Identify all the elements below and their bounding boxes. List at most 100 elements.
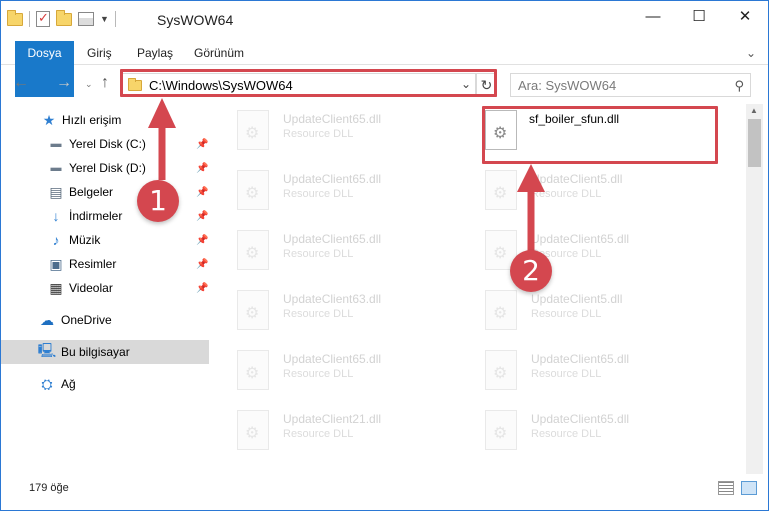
properties-check-icon[interactable] (36, 10, 50, 27)
file-name: UpdateClient5.dll (531, 172, 623, 186)
window-title: SysWOW64 (157, 12, 234, 28)
sidebar-item-label: Hızlı erişim (62, 113, 122, 127)
file-type: Resource DLL (283, 188, 354, 200)
file-item[interactable]: UpdateClient65.dll Resource DLL (213, 226, 453, 282)
pin-icon: 📌 (196, 234, 209, 246)
file-item[interactable]: UpdateClient5.dll Resource DLL (461, 166, 701, 222)
sidebar-item-music[interactable]: ♪ Müzik 📌 (1, 228, 209, 252)
sidebar-item-local-disk-d[interactable]: ▬ Yerel Disk (D:) 📌 (1, 156, 209, 180)
file-type: Resource DLL (283, 428, 354, 440)
file-name: UpdateClient65.dll (531, 232, 630, 246)
file-highlight (482, 106, 718, 164)
file-type: Resource DLL (531, 308, 602, 320)
details-view-icon[interactable] (718, 481, 734, 495)
pin-icon: 📌 (196, 258, 209, 270)
sidebar-item-label: Ağ (61, 377, 76, 391)
divider (29, 11, 30, 27)
sidebar-item-label: İndirmeler (69, 209, 123, 223)
drive-icon: ▬ (50, 162, 62, 174)
window-controls: — ☐ ✕ (630, 1, 768, 31)
tab-view[interactable]: Görünüm (194, 41, 244, 65)
music-icon: ♪ (52, 232, 60, 248)
customize-toolbar-icon[interactable] (78, 12, 94, 26)
recent-locations-chevron-icon[interactable]: ⌄ (85, 79, 93, 90)
file-type: Resource DLL (531, 188, 602, 200)
dll-file-icon (237, 230, 269, 270)
sidebar-item-label: Bu bilgisayar (61, 345, 130, 359)
chevron-down-icon[interactable]: ⌄ (746, 46, 756, 60)
videos-icon: ▦ (49, 279, 63, 296)
quick-access-toolbar: ▼ (7, 9, 116, 27)
sidebar-item-label: Belgeler (69, 185, 114, 199)
file-item[interactable]: UpdateClient65.dll Resource DLL (213, 346, 453, 402)
tab-share[interactable]: Paylaş (137, 41, 173, 65)
sidebar-item-pictures[interactable]: ▣ Resimler 📌 (1, 252, 209, 276)
dll-file-icon (237, 410, 269, 450)
close-button[interactable]: ✕ (722, 1, 768, 31)
pin-icon: 📌 (196, 162, 209, 174)
drive-icon: ▬ (50, 138, 62, 150)
file-name: UpdateClient65.dll (283, 172, 382, 186)
network-icon: ⛭ (41, 375, 53, 392)
navigation-pane: ★ Hızlı erişim ▬ Yerel Disk (C:) 📌 ▬ Yer… (1, 104, 211, 474)
forward-arrow-icon[interactable]: → (56, 74, 72, 92)
tab-home[interactable]: Giriş (87, 41, 112, 65)
file-name: UpdateClient65.dll (531, 412, 630, 426)
file-name: UpdateClient65.dll (283, 352, 382, 366)
star-icon: ★ (42, 111, 56, 128)
up-arrow-icon[interactable]: ↑ (101, 74, 109, 92)
pin-icon: 📌 (196, 138, 209, 150)
address-bar-highlight (120, 69, 497, 97)
file-item[interactable]: UpdateClient65.dll Resource DLL (213, 106, 453, 162)
file-type: Resource DLL (283, 248, 354, 260)
file-item[interactable]: UpdateClient65.dll Resource DLL (461, 346, 701, 402)
chevron-down-icon[interactable]: ▼ (100, 14, 109, 24)
dll-file-icon (237, 290, 269, 330)
sidebar-item-quick-access[interactable]: ★ Hızlı erişim (1, 108, 209, 132)
documents-icon: ▤ (49, 183, 63, 200)
scroll-thumb[interactable] (748, 119, 761, 167)
step-2-badge: 2 (510, 250, 552, 292)
computer-icon: 🖳 (37, 342, 57, 358)
file-name: UpdateClient5.dll (531, 292, 623, 306)
pin-icon: 📌 (196, 186, 209, 198)
folder-icon (7, 9, 23, 26)
file-name: UpdateClient65.dll (283, 112, 382, 126)
vertical-scrollbar[interactable]: ▲ (746, 104, 763, 474)
file-item[interactable]: UpdateClient65.dll Resource DLL (461, 226, 701, 282)
dll-file-icon (237, 170, 269, 210)
maximize-button[interactable]: ☐ (676, 1, 722, 31)
ribbon-tabs: Dosya Giriş Paylaş Görünüm ⌄ (1, 41, 768, 97)
sidebar-item-label: Yerel Disk (D:) (69, 161, 146, 175)
sidebar-item-label: Yerel Disk (C:) (69, 137, 146, 151)
file-item[interactable]: UpdateClient65.dll Resource DLL (213, 166, 453, 222)
step-1-badge: 1 (137, 180, 179, 222)
file-item[interactable]: UpdateClient21.dll Resource DLL (213, 406, 453, 462)
minimize-button[interactable]: — (630, 1, 676, 31)
sidebar-item-label: Videolar (69, 281, 113, 295)
back-arrow-icon[interactable]: ← (13, 74, 29, 92)
new-folder-icon[interactable] (56, 9, 72, 26)
file-item[interactable]: UpdateClient65.dll Resource DLL (461, 406, 701, 462)
scroll-up-icon[interactable]: ▲ (750, 106, 758, 115)
sidebar-item-onedrive[interactable]: ☁ OneDrive (1, 308, 209, 332)
file-item[interactable]: UpdateClient5.dll Resource DLL (461, 286, 701, 342)
sidebar-item-videos[interactable]: ▦ Videolar 📌 (1, 276, 209, 300)
large-icons-view-icon[interactable] (741, 481, 757, 495)
file-name: UpdateClient65.dll (531, 352, 630, 366)
file-name: UpdateClient65.dll (283, 232, 382, 246)
search-icon[interactable]: ⚲ (734, 78, 744, 94)
sidebar-item-local-disk-c[interactable]: ▬ Yerel Disk (C:) 📌 (1, 132, 209, 156)
pin-icon: 📌 (196, 210, 209, 222)
sidebar-item-label: OneDrive (61, 313, 112, 327)
downloads-icon: ↓ (52, 208, 60, 224)
file-type: Resource DLL (531, 428, 602, 440)
search-input[interactable]: Ara: SysWOW64 ⚲ (510, 73, 751, 97)
status-bar: 179 öğe (1, 476, 768, 510)
sidebar-item-network[interactable]: ⛭ Ağ (1, 372, 209, 396)
file-item[interactable]: UpdateClient63.dll Resource DLL (213, 286, 453, 342)
sidebar-item-this-pc[interactable]: 🖳 Bu bilgisayar (1, 340, 209, 364)
dll-file-icon (485, 350, 517, 390)
dll-file-icon (237, 110, 269, 150)
item-count: 179 öğe (29, 482, 69, 494)
